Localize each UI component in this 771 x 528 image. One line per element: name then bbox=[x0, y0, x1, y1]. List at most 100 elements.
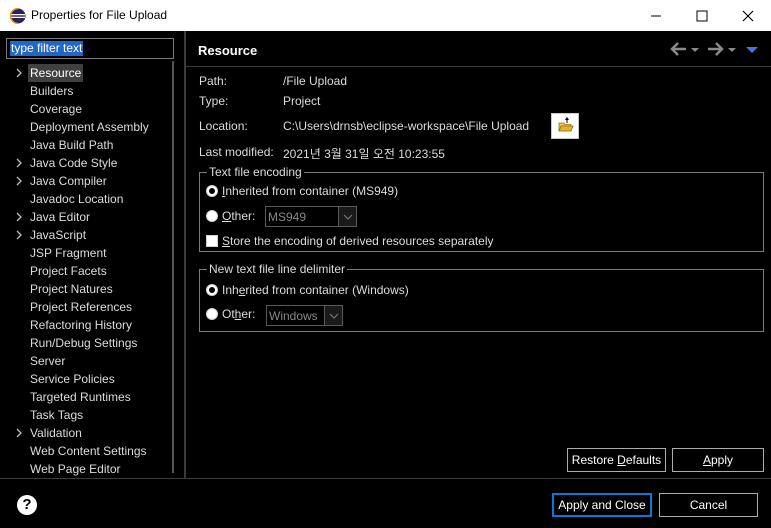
open-location-button[interactable] bbox=[551, 113, 579, 139]
tree-item[interactable]: Web Page Editor bbox=[0, 460, 174, 478]
tree-item-label: Java Compiler bbox=[30, 174, 107, 188]
tree-item[interactable]: Web Content Settings bbox=[0, 442, 174, 460]
left-panel: type filter text Resource Builders Coverag… bbox=[0, 31, 185, 478]
tree-item-label: Java Code Style bbox=[30, 156, 118, 170]
minimize-icon bbox=[651, 15, 661, 17]
delimiter-inherited-radio[interactable] bbox=[206, 284, 218, 296]
forward-arrow-icon[interactable] bbox=[704, 39, 726, 59]
tree-item-label: Validation bbox=[30, 426, 82, 440]
tree-item-label: Task Tags bbox=[30, 408, 84, 422]
tree-item[interactable]: Java Editor bbox=[0, 208, 174, 226]
type-value: Project bbox=[283, 94, 321, 108]
path-label: Path: bbox=[199, 74, 228, 88]
line-delimiter-legend: New text file line delimiter bbox=[207, 261, 348, 277]
location-value: C:\Users\drnsb\eclipse-workspace\File Up… bbox=[283, 119, 530, 133]
tree-item[interactable]: Refactoring History bbox=[0, 316, 174, 334]
apply-and-close-button[interactable]: Apply and Close bbox=[552, 493, 652, 517]
store-encoding-label[interactable]: Store the encoding of derived resources … bbox=[222, 234, 494, 248]
chevron-right-icon[interactable] bbox=[14, 67, 24, 79]
tree-item[interactable]: Server bbox=[0, 352, 174, 370]
encoding-inherited-label[interactable]: Inherited from container (MS949) bbox=[222, 184, 398, 198]
tree-item[interactable]: Run/Debug Settings bbox=[0, 334, 174, 352]
chevron-right-icon[interactable] bbox=[14, 427, 24, 439]
tree-item-label: JSP Fragment bbox=[30, 246, 107, 260]
help-icon[interactable]: ? bbox=[17, 495, 37, 515]
tree-item-label: Java Build Path bbox=[30, 138, 114, 152]
tree-item-label: Project Facets bbox=[30, 264, 107, 278]
tree-item[interactable]: Project Facets bbox=[0, 262, 174, 280]
tree-item-label: Java Editor bbox=[30, 210, 91, 224]
tree-item-label: Builders bbox=[30, 84, 74, 98]
filter-input[interactable]: type filter text bbox=[6, 38, 174, 59]
tree-item-label: Resource bbox=[28, 64, 84, 82]
text-encoding-legend: Text file encoding bbox=[207, 164, 304, 180]
delimiter-other-radio[interactable] bbox=[206, 308, 218, 320]
minimize-button[interactable] bbox=[633, 0, 679, 31]
open-folder-icon bbox=[558, 117, 574, 132]
encoding-other-select[interactable]: MS949 bbox=[265, 206, 357, 227]
tree-item-label: Refactoring History bbox=[30, 318, 133, 332]
apply-button[interactable]: Apply bbox=[672, 448, 764, 472]
forward-dropdown-icon[interactable] bbox=[727, 39, 737, 59]
delimiter-other-select[interactable]: Windows bbox=[266, 305, 343, 326]
header-separator bbox=[186, 66, 771, 67]
title-bar: Properties for File Upload bbox=[0, 0, 771, 31]
close-icon bbox=[742, 10, 754, 22]
encoding-other-label[interactable]: Other: bbox=[222, 209, 255, 223]
page-title: Resource bbox=[198, 43, 258, 58]
filter-placeholder: type filter text bbox=[10, 41, 84, 56]
modified-label: Last modified: bbox=[199, 145, 274, 159]
delimiter-other-label[interactable]: Other: bbox=[222, 307, 255, 321]
type-label: Type: bbox=[199, 94, 229, 108]
tree-item[interactable]: Resource bbox=[0, 64, 174, 82]
tree-item[interactable]: Validation bbox=[0, 424, 174, 442]
tree-item-label: Web Content Settings bbox=[30, 444, 147, 458]
cancel-button[interactable]: Cancel bbox=[659, 493, 758, 517]
tree-item-label: Service Policies bbox=[30, 372, 115, 386]
tree-item[interactable]: Java Build Path bbox=[0, 136, 174, 154]
tree-item[interactable]: Coverage bbox=[0, 100, 174, 118]
window-title: Properties for File Upload bbox=[31, 8, 168, 22]
encoding-other-radio[interactable] bbox=[206, 210, 218, 222]
view-menu-icon[interactable] bbox=[745, 39, 759, 59]
tree-item[interactable]: Service Policies bbox=[0, 370, 174, 388]
tree-scrollbar[interactable] bbox=[172, 61, 174, 473]
chevron-right-icon[interactable] bbox=[14, 175, 24, 187]
tree-item[interactable]: JavaScript bbox=[0, 226, 174, 244]
tree-item-label: Web Page Editor bbox=[30, 462, 121, 476]
tree-item[interactable]: Javadoc Location bbox=[0, 190, 174, 208]
tree-item[interactable]: Task Tags bbox=[0, 406, 174, 424]
close-button[interactable] bbox=[725, 0, 771, 31]
tree-item[interactable]: Java Compiler bbox=[0, 172, 174, 190]
back-arrow-icon[interactable] bbox=[668, 39, 690, 59]
tree-item[interactable]: JSP Fragment bbox=[0, 244, 174, 262]
tree-item[interactable]: Targeted Runtimes bbox=[0, 388, 174, 406]
maximize-button[interactable] bbox=[679, 0, 725, 31]
chevron-right-icon[interactable] bbox=[14, 157, 24, 169]
path-value: /File Upload bbox=[283, 74, 348, 88]
right-panel: Resource Path: /File Upload Type: Projec… bbox=[186, 31, 771, 478]
line-delimiter-group: New text file line delimiter Inherited f… bbox=[199, 261, 764, 332]
chevron-right-icon[interactable] bbox=[14, 229, 24, 241]
tree-item-label: Run/Debug Settings bbox=[30, 336, 138, 350]
chevron-down-icon bbox=[343, 214, 353, 220]
tree-item-label: Project Natures bbox=[30, 282, 113, 296]
tree-item[interactable]: Deployment Assembly bbox=[0, 118, 174, 136]
delimiter-inherited-label[interactable]: Inherited from container (Windows) bbox=[222, 283, 409, 297]
back-dropdown-icon[interactable] bbox=[690, 39, 700, 59]
maximize-icon bbox=[696, 10, 708, 22]
tree-item-label: Javadoc Location bbox=[30, 192, 124, 206]
restore-defaults-button[interactable]: Restore Defaults bbox=[567, 448, 666, 472]
tree-item-label: Project References bbox=[30, 300, 133, 314]
tree-item[interactable]: Java Code Style bbox=[0, 154, 174, 172]
tree-item[interactable]: Project References bbox=[0, 298, 174, 316]
tree-item-label: Targeted Runtimes bbox=[30, 390, 131, 404]
store-encoding-checkbox[interactable] bbox=[206, 235, 218, 247]
chevron-right-icon[interactable] bbox=[14, 211, 24, 223]
text-encoding-group: Text file encoding Inherited from contai… bbox=[199, 164, 764, 252]
encoding-inherited-radio[interactable] bbox=[206, 185, 218, 197]
tree-item[interactable]: Project Natures bbox=[0, 280, 174, 298]
tree-item-label: JavaScript bbox=[30, 228, 87, 242]
footer-divider bbox=[0, 478, 771, 479]
tree-item[interactable]: Builders bbox=[0, 82, 174, 100]
